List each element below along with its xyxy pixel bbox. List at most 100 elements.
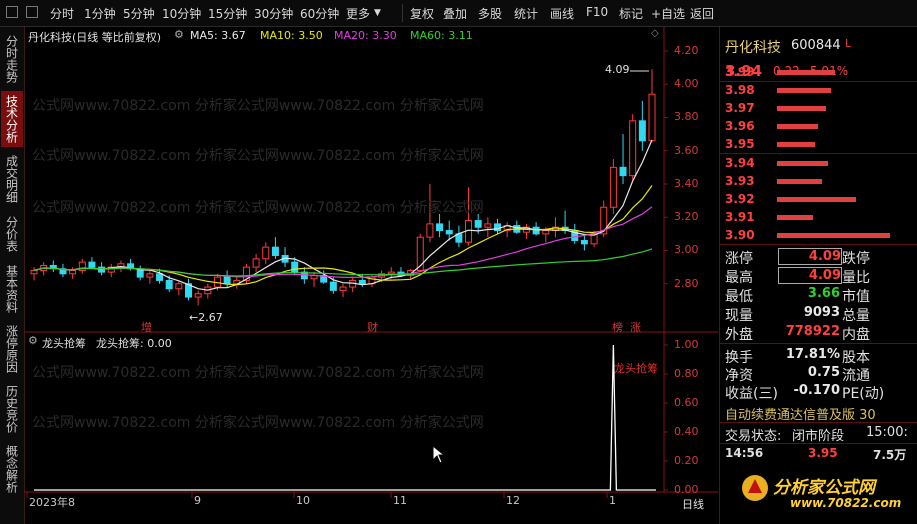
ma5-legend: MA5: 3.67 [190, 29, 246, 42]
candle [387, 271, 395, 275]
logo-text: 分析家公式网 [773, 478, 875, 498]
ask-volume-bar [777, 70, 835, 75]
candle [484, 223, 492, 228]
ask-price[interactable]: 3.99 [725, 65, 755, 79]
tab-history-auction[interactable]: 历史竞价 [1, 381, 23, 437]
stat-value: 4.09 [778, 248, 842, 265]
overlay-button[interactable]: 叠加 [443, 5, 467, 22]
bid-volume-bar [777, 161, 828, 166]
settings-gear-icon[interactable]: ⚙ [174, 28, 184, 41]
stat-label: 量比 [842, 270, 870, 286]
period-tab-10min[interactable]: 10分钟 [162, 5, 201, 22]
event-marker-increase[interactable]: 增 [141, 319, 152, 335]
candle [426, 223, 434, 238]
mark-button[interactable]: 标记 [619, 5, 643, 22]
ma20-legend: MA20: 3.30 [334, 29, 397, 42]
restore-rights-button[interactable]: 复权 [410, 5, 434, 22]
y-tick-label: 3.60 [674, 143, 699, 157]
ask-price[interactable]: 3.96 [725, 119, 755, 133]
stat-label: 跌停 [842, 251, 870, 267]
event-marker-list[interactable]: 榜 [612, 319, 623, 335]
event-marker-report[interactable]: 财 [367, 319, 378, 335]
low-price-value: 2.67 [198, 311, 223, 324]
candle [156, 273, 164, 281]
candle [223, 276, 231, 285]
stat-value: 4.09 [778, 267, 842, 284]
stat-label: PE(动) [842, 386, 885, 402]
tab-concept-analysis[interactable]: 概念解析 [1, 441, 23, 497]
toolbar-square-icon[interactable] [26, 6, 38, 18]
trade-time: 15:00: [866, 425, 908, 440]
bid-price[interactable]: 3.92 [725, 192, 755, 206]
date-tick-label: 9 [194, 494, 201, 507]
candle [532, 226, 540, 235]
ma10-legend: MA10: 3.50 [260, 29, 323, 42]
period-tab-15min[interactable]: 15分钟 [208, 5, 247, 22]
back-button[interactable]: 返回 [690, 5, 714, 22]
period-label[interactable]: 日线 [682, 496, 704, 512]
candle [194, 293, 202, 298]
draw-line-button[interactable]: 画线 [550, 5, 574, 22]
toolbar: 分时 1分钟 5分钟 10分钟 15分钟 30分钟 60分钟 更多 ▼ 复权 叠… [0, 0, 917, 27]
more-dropdown-icon[interactable]: ▼ [374, 8, 381, 18]
event-marker-limitup[interactable]: 涨 [630, 319, 641, 335]
bid-volume-bar [777, 215, 813, 220]
indicator-gear-icon[interactable]: ⚙ [28, 334, 38, 347]
ask-price[interactable]: 3.95 [725, 137, 755, 151]
tab-timeshare[interactable]: 分时走势 [1, 31, 23, 87]
candle [445, 230, 453, 235]
collapse-diamond-icon[interactable]: ◇ [651, 28, 659, 39]
multi-stock-button[interactable]: 多股 [478, 5, 502, 22]
indicator-signal-line [34, 344, 656, 491]
bid-price[interactable]: 3.94 [725, 156, 755, 170]
y-tick-label: 3.00 [674, 243, 699, 257]
indicator-value: 龙头抢筹: 0.00 [96, 337, 172, 350]
date-tick-label: 11 [393, 494, 407, 507]
stat-label: 总量 [842, 308, 870, 324]
period-tab-more[interactable]: 更多 [346, 5, 370, 22]
period-tab-5min[interactable]: 5分钟 [123, 5, 155, 22]
indicator-signal-label: 龙头抢筹 [614, 362, 658, 375]
tab-basic-info[interactable]: 基本资料 [1, 261, 23, 317]
stat-label: 净资 [725, 368, 753, 384]
candle [339, 286, 347, 291]
chart-title: 丹化科技(日线 等比前复权) [28, 31, 162, 44]
stat-label: 市值 [842, 289, 870, 305]
ask-price[interactable]: 3.98 [725, 83, 755, 97]
bid-volume-bar [777, 197, 856, 202]
y-tick-label: 3.40 [674, 176, 699, 190]
period-tab-timeshare[interactable]: 分时 [50, 5, 74, 22]
indicator-title: 龙头抢筹 [42, 337, 86, 350]
stat-label: 最高 [725, 270, 753, 286]
period-tab-60min[interactable]: 60分钟 [300, 5, 339, 22]
kline-chart[interactable] [24, 27, 718, 524]
period-tab-30min[interactable]: 30分钟 [254, 5, 293, 22]
y-tick-label: 3.20 [674, 210, 699, 224]
bid-price[interactable]: 3.93 [725, 174, 755, 188]
ma60-line [33, 248, 653, 277]
logo-mark-icon [742, 475, 768, 501]
ask-volume-bar [777, 88, 831, 93]
candle [638, 120, 646, 142]
statistics-button[interactable]: 统计 [514, 5, 538, 22]
f10-button[interactable]: F10 [586, 5, 608, 19]
period-tab-1min[interactable]: 1分钟 [84, 5, 116, 22]
candle [474, 220, 482, 228]
toolbar-checkbox-icon[interactable] [6, 6, 18, 18]
tab-price-table[interactable]: 分价表 [1, 211, 23, 257]
chart-area[interactable]: 公式网www.70822.com 分析家公式网www.70822.com 分析家… [24, 27, 718, 524]
stat-value: 0.75 [807, 365, 840, 380]
indicator-y-tick-label: 0.80 [674, 367, 699, 380]
add-watchlist-button[interactable]: +自选 [651, 5, 685, 22]
bid-price[interactable]: 3.90 [725, 228, 755, 242]
ask-price[interactable]: 3.97 [725, 101, 755, 115]
tab-trade-detail[interactable]: 成交明细 [1, 151, 23, 207]
tab-technical-analysis[interactable]: 技术分析 [1, 91, 23, 147]
date-tick-label: 1 [609, 494, 616, 507]
tab-limit-reason[interactable]: 涨停原因 [1, 321, 23, 377]
y-tick-label: 2.80 [674, 276, 699, 290]
date-tick-label: 12 [506, 494, 520, 507]
ad-banner[interactable]: 自动续费通达信普及版 30 [725, 404, 876, 423]
bid-price[interactable]: 3.91 [725, 210, 755, 224]
indicator-y-tick-label: 0.60 [674, 396, 699, 409]
